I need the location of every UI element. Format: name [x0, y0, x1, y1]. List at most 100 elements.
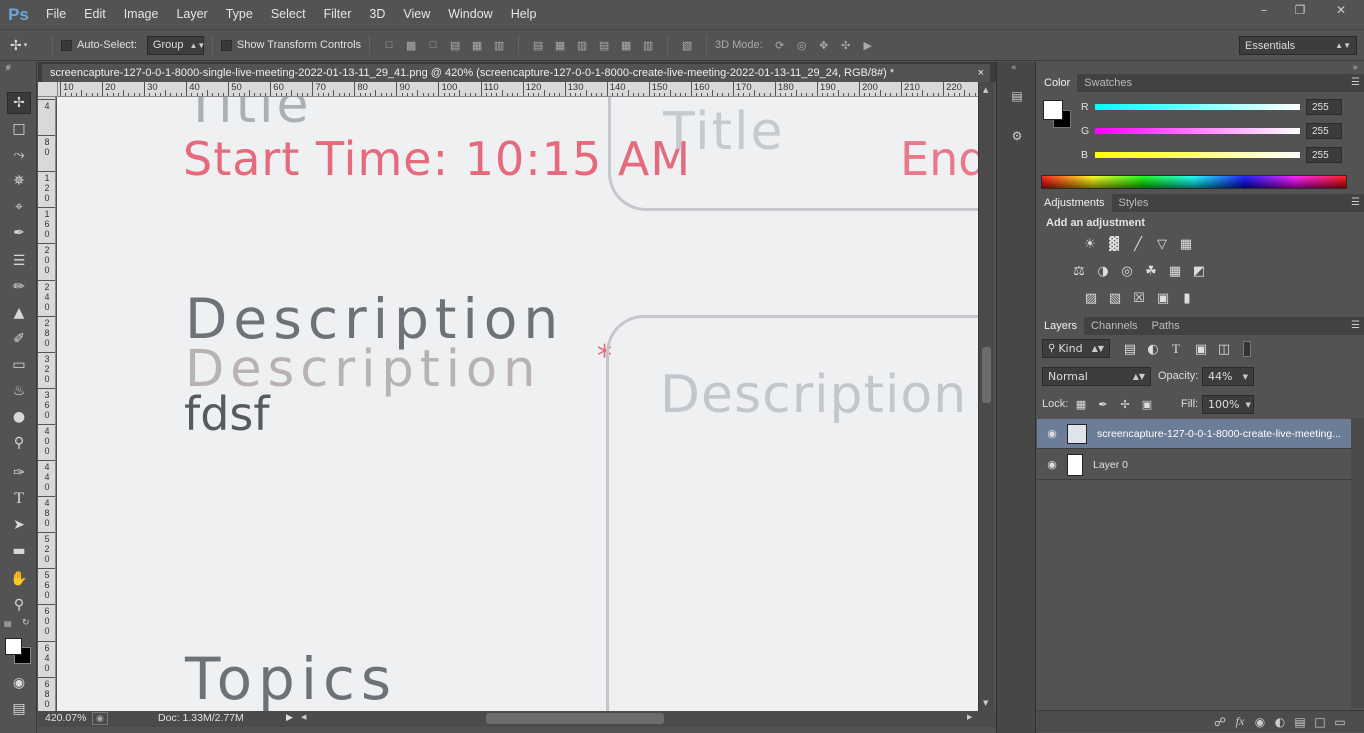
history-panel-icon[interactable]: ▤	[1007, 86, 1027, 106]
layer-thumbnail[interactable]	[1067, 453, 1083, 476]
layer-name[interactable]: screencapture-127-0-0-1-8000-create-live…	[1097, 428, 1341, 440]
tab-adjustments[interactable]: Adjustments	[1037, 194, 1112, 212]
move-tool-preset-icon[interactable]: ✢ ▾	[10, 37, 44, 54]
filter-smart-object-icon[interactable]: ◫	[1216, 341, 1232, 357]
align-left-icon[interactable]: ▤	[447, 37, 463, 53]
auto-select-dropdown[interactable]: Group ▲▼	[146, 35, 205, 55]
workspace-dropdown[interactable]: Essentials ▲▼	[1239, 36, 1357, 55]
properties-panel-icon[interactable]: ⚙	[1007, 126, 1027, 146]
scroll-right-icon[interactable]: ▶	[967, 713, 972, 721]
selective-color-icon[interactable]: ▣	[1155, 290, 1171, 306]
scroll-up-icon[interactable]: ▲	[983, 86, 988, 94]
distribute-hcenter-icon[interactable]: ▦	[618, 37, 634, 53]
opacity-field[interactable]: 44% ▼	[1202, 367, 1254, 386]
lock-transparent-icon[interactable]: ▦	[1073, 396, 1089, 412]
crop-tool-icon[interactable]: ⌖	[7, 196, 31, 218]
channel-mixer-icon[interactable]: ▦	[1167, 263, 1183, 279]
blend-mode-dropdown[interactable]: Normal ▲▼	[1042, 367, 1151, 386]
gradient-map-icon[interactable]: ▮	[1179, 290, 1195, 306]
default-colors-icon[interactable]: ▤	[4, 619, 12, 628]
marquee-tool-icon[interactable]: □	[7, 118, 31, 140]
blue-value-input[interactable]	[1306, 147, 1342, 163]
auto-select-checkbox[interactable]	[61, 39, 72, 51]
quick-mask-icon[interactable]: ◉	[7, 672, 31, 694]
smart-object-thumbnail[interactable]	[1067, 423, 1087, 444]
paint-bucket-tool-icon[interactable]: ♨	[7, 380, 31, 402]
color-fg-swatch[interactable]	[1043, 100, 1063, 120]
tab-styles[interactable]: Styles	[1112, 194, 1156, 212]
vibrance-icon[interactable]: ▦	[1178, 236, 1194, 252]
zoom-level[interactable]: 420.07%	[45, 712, 86, 724]
layers-scroll-track[interactable]	[1351, 418, 1364, 708]
3d-roll-icon[interactable]: ◎	[794, 37, 810, 53]
curves-icon[interactable]: ╱	[1130, 236, 1146, 252]
adjustments-panel-menu-icon[interactable]: ☰	[1351, 194, 1360, 212]
strip-collapse-icon[interactable]: «	[1011, 63, 1017, 73]
new-adjustment-layer-icon[interactable]: ◐	[1270, 714, 1290, 730]
filter-adjustment-icon[interactable]: ◐	[1145, 341, 1161, 357]
layer-name[interactable]: Layer 0	[1093, 459, 1128, 471]
green-value-input[interactable]	[1306, 123, 1342, 139]
clone-stamp-tool-icon[interactable]: ▲	[7, 302, 31, 324]
close-document-icon[interactable]: ×	[978, 64, 984, 82]
layer-row[interactable]: ◉ Layer 0	[1037, 450, 1351, 480]
filter-toggle-icon[interactable]	[1243, 341, 1251, 357]
align-hcenter-icon[interactable]: ▦	[469, 37, 485, 53]
close-icon[interactable]: ✕	[1318, 0, 1364, 20]
menu-view[interactable]: View	[394, 0, 439, 29]
distribute-bottom-icon[interactable]: ▥	[574, 37, 590, 53]
path-selection-tool-icon[interactable]: ➤	[7, 514, 31, 536]
add-mask-icon[interactable]: ◉	[1250, 714, 1270, 730]
threshold-icon[interactable]: ☒	[1131, 290, 1147, 306]
menu-help[interactable]: Help	[502, 0, 546, 29]
lasso-tool-icon[interactable]: ⤳	[7, 144, 31, 166]
vertical-scroll-thumb[interactable]	[982, 347, 991, 403]
dodge-tool-icon[interactable]: ⚲	[7, 432, 31, 454]
align-bottom-icon[interactable]: □	[425, 37, 441, 53]
scroll-left-icon[interactable]: ◀	[301, 713, 306, 721]
hand-tool-icon[interactable]: ✋	[7, 568, 31, 590]
lock-position-icon[interactable]: ✢	[1117, 396, 1133, 412]
menu-layer[interactable]: Layer	[167, 0, 216, 29]
green-slider-track[interactable]	[1095, 128, 1300, 134]
exposure-icon[interactable]: ▽	[1154, 236, 1170, 252]
tab-color[interactable]: Color	[1037, 74, 1078, 92]
red-slider-track[interactable]	[1095, 104, 1300, 110]
3d-pan-icon[interactable]: ✥	[816, 37, 832, 53]
status-menu-icon[interactable]: ▶	[286, 712, 293, 723]
zoom-tool-icon[interactable]: ⚲	[7, 594, 31, 616]
layer-filter-kind[interactable]: ⚲ Kind ▲▼	[1042, 339, 1110, 358]
align-vcenter-icon[interactable]: ▩	[403, 37, 419, 53]
tab-paths[interactable]: Paths	[1145, 317, 1187, 335]
distribute-top-icon[interactable]: ▤	[530, 37, 546, 53]
visibility-eye-icon[interactable]: ◉	[1037, 427, 1067, 440]
hue-saturation-icon[interactable]: ⚖	[1071, 263, 1087, 279]
blur-tool-icon[interactable]: ●	[7, 406, 31, 428]
menu-window[interactable]: Window	[439, 0, 501, 29]
menu-select[interactable]: Select	[262, 0, 315, 29]
visibility-eye-icon[interactable]: ◉	[1037, 458, 1067, 471]
vertical-ruler[interactable]: 4801201602002402803203604004404805205606…	[38, 97, 56, 711]
history-brush-tool-icon[interactable]: ✐	[7, 328, 31, 350]
filter-type-icon[interactable]: T	[1168, 341, 1184, 357]
eyedropper-tool-icon[interactable]: ✒	[7, 222, 31, 244]
lock-all-icon[interactable]: ▣	[1139, 396, 1155, 412]
menu-edit[interactable]: Edit	[75, 0, 115, 29]
lock-image-icon[interactable]: ✒	[1095, 396, 1111, 412]
vertical-scrollbar[interactable]: ▲ ▼	[978, 82, 994, 711]
status-info-icon[interactable]: ◉	[92, 712, 108, 725]
show-transform-checkbox[interactable]	[220, 39, 232, 51]
filter-shape-icon[interactable]: ▣	[1193, 341, 1209, 357]
menu-3d[interactable]: 3D	[360, 0, 394, 29]
auto-align-icon[interactable]: ▧	[679, 37, 695, 53]
menu-image[interactable]: Image	[115, 0, 168, 29]
blue-slider-track[interactable]	[1095, 152, 1300, 158]
photo-filter-icon[interactable]: ☘	[1143, 263, 1159, 279]
color-lookup-icon[interactable]: ◩	[1191, 263, 1207, 279]
distribute-right-icon[interactable]: ▥	[640, 37, 656, 53]
red-value-input[interactable]	[1306, 99, 1342, 115]
posterize-icon[interactable]: ▧	[1107, 290, 1123, 306]
distribute-vcenter-icon[interactable]: ▦	[552, 37, 568, 53]
move-tool-icon[interactable]: ✢	[7, 92, 31, 114]
3d-rotate-icon[interactable]: ⟳	[772, 37, 788, 53]
